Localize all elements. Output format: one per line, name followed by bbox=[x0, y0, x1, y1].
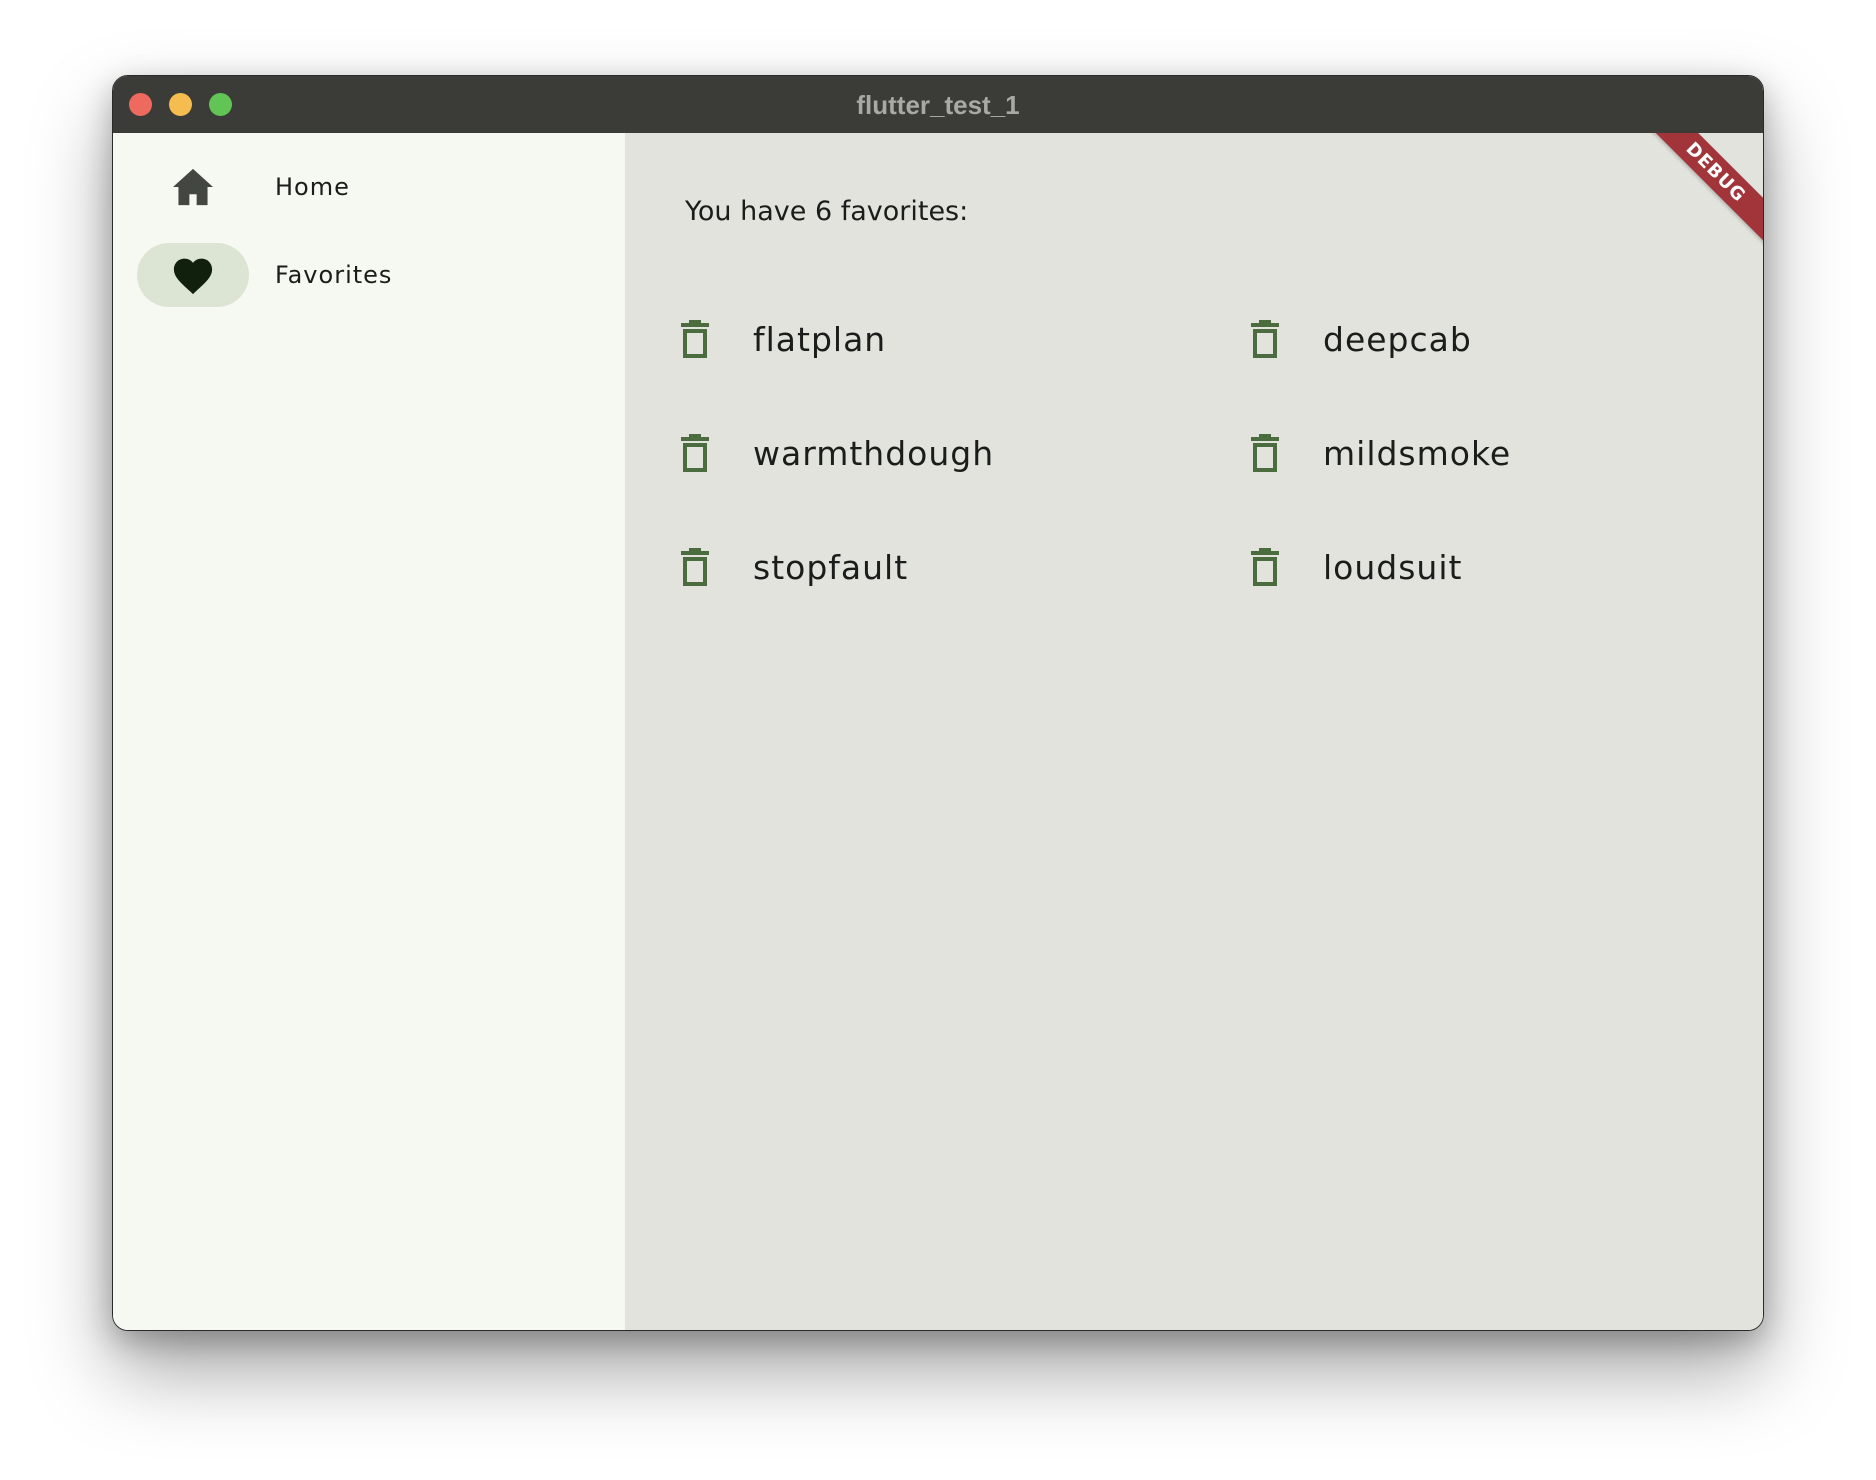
navigation-rail: Home Favorites bbox=[113, 133, 625, 1330]
favorite-item: loudsuit bbox=[1245, 535, 1763, 599]
app-window: flutter_test_1 Home Favorites You have 6… bbox=[112, 75, 1764, 1331]
favorites-page: You have 6 favorites: flatplan deepcab w… bbox=[625, 133, 1763, 1330]
nav-item-favorites[interactable]: Favorites bbox=[137, 243, 577, 307]
nav-selected-indicator bbox=[137, 243, 249, 307]
favorite-item: flatplan bbox=[675, 307, 1245, 371]
favorite-word: stopfault bbox=[753, 547, 909, 587]
delete-button[interactable] bbox=[1245, 431, 1285, 475]
favorites-grid: flatplan deepcab warmthdough mildsmoke s… bbox=[675, 307, 1763, 649]
app-content: Home Favorites You have 6 favorites: fla… bbox=[113, 133, 1763, 1330]
trash-icon bbox=[681, 548, 709, 586]
favorite-word: warmthdough bbox=[753, 433, 995, 473]
nav-item-home[interactable]: Home bbox=[137, 155, 577, 219]
favorite-item: warmthdough bbox=[675, 421, 1245, 485]
delete-button[interactable] bbox=[675, 545, 715, 589]
favorite-item: stopfault bbox=[675, 535, 1245, 599]
favorite-word: flatplan bbox=[753, 319, 887, 359]
trash-icon bbox=[681, 434, 709, 472]
delete-button[interactable] bbox=[675, 317, 715, 361]
window-title: flutter_test_1 bbox=[856, 90, 1020, 120]
trash-icon bbox=[1251, 548, 1279, 586]
home-icon bbox=[173, 168, 213, 206]
title-bar[interactable]: flutter_test_1 bbox=[113, 76, 1763, 133]
delete-button[interactable] bbox=[1245, 545, 1285, 589]
trash-icon bbox=[681, 320, 709, 358]
delete-button[interactable] bbox=[1245, 317, 1285, 361]
favorites-count-heading: You have 6 favorites: bbox=[685, 196, 969, 227]
debug-banner: DEBUG bbox=[1638, 133, 1763, 250]
heart-icon bbox=[173, 258, 213, 295]
nav-label-home: Home bbox=[275, 173, 350, 201]
favorite-item: mildsmoke bbox=[1245, 421, 1763, 485]
nav-label-favorites: Favorites bbox=[275, 261, 393, 289]
favorite-word: loudsuit bbox=[1323, 547, 1463, 587]
delete-button[interactable] bbox=[675, 431, 715, 475]
favorite-word: mildsmoke bbox=[1323, 433, 1512, 473]
nav-icon-container bbox=[137, 155, 249, 219]
favorite-item: deepcab bbox=[1245, 307, 1763, 371]
trash-icon bbox=[1251, 434, 1279, 472]
favorite-word: deepcab bbox=[1323, 319, 1472, 359]
trash-icon bbox=[1251, 320, 1279, 358]
